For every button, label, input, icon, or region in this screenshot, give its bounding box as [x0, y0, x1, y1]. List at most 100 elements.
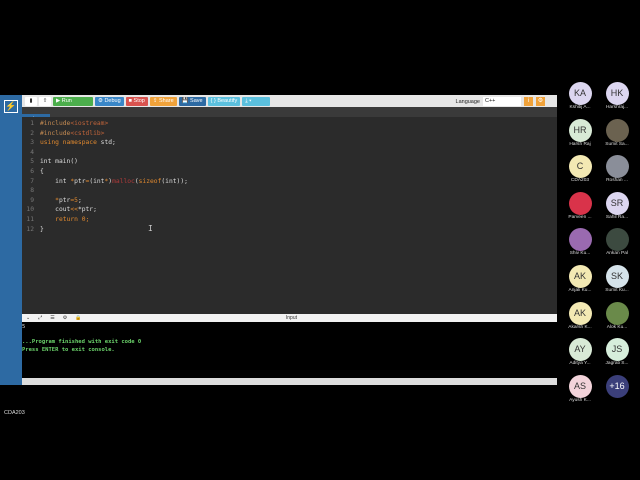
code-line: 11 return 0;: [22, 215, 557, 225]
scrollbar[interactable]: [22, 378, 557, 385]
participant-tile[interactable]: HK Harshraj...: [599, 82, 635, 110]
participant-name: Sumit Sa...: [605, 141, 629, 147]
code-token: *ptr;: [77, 206, 97, 214]
code-token: using namespace: [40, 139, 101, 147]
debug-button[interactable]: ⚙ Debug: [95, 96, 124, 106]
participant-name: Ayush K...: [569, 397, 591, 403]
avatar: KA: [568, 82, 592, 105]
avatar: SR: [605, 191, 629, 215]
code-token: ;: [77, 196, 82, 204]
save-button[interactable]: 💾 Save: [178, 96, 206, 106]
line-number: 9: [30, 196, 34, 204]
participant-tile[interactable]: Roshan ...: [599, 155, 635, 183]
code-line: 9 * ptr =5;: [22, 196, 557, 206]
new-file-icon[interactable]: ▮: [25, 96, 37, 106]
participant-name: Ankan Pal: [606, 251, 628, 257]
code-token: ptr: [74, 177, 86, 185]
participant-tile[interactable]: Parveen ...: [562, 191, 598, 220]
lightning-logo-icon[interactable]: ⚡: [4, 100, 18, 113]
participant-tile[interactable]: AS Ayush K...: [562, 374, 598, 403]
console-output[interactable]: 5 ...Program finished with exit code 0 P…: [22, 322, 557, 378]
language-label: Language: [455, 98, 480, 105]
participant-name: Sahil Ra...: [605, 214, 629, 220]
code-token: =5: [70, 196, 78, 204]
console-line: Press ENTER to exit console.: [22, 346, 115, 353]
participant-name: Harsh Raj: [569, 141, 591, 147]
code-token: malloc: [112, 177, 135, 185]
participant-name: Roshan ...: [606, 178, 628, 184]
code-token: *: [40, 196, 59, 204]
console-line: ...Program finished with exit code 0: [22, 339, 142, 345]
console-line: 5: [22, 324, 26, 330]
settings-icon[interactable]: ⚙: [536, 97, 545, 106]
code-token: cout: [40, 206, 71, 214]
participant-tile[interactable]: HR Harsh Raj: [562, 118, 598, 147]
lock-icon[interactable]: 🔒: [75, 315, 81, 321]
code-token: <cstdlib>: [70, 129, 105, 137]
participant-name: Harshraj...: [605, 105, 629, 110]
participant-tile[interactable]: JS Jagrati S...: [599, 338, 635, 366]
participant-tile[interactable]: C CDA203: [562, 155, 598, 183]
line-number: 5: [30, 158, 34, 166]
code-token: return 0;: [40, 215, 90, 223]
participant-name: Akarsh K...: [568, 324, 592, 330]
language-selector: Language C++ i ⚙: [456, 97, 545, 106]
language-select[interactable]: C++: [483, 97, 521, 106]
avatar: AK: [568, 301, 592, 325]
participant-tile[interactable]: AK Akarsh K...: [562, 301, 598, 330]
code-token: (int: [89, 177, 105, 185]
stop-button[interactable]: ■ Stop: [125, 96, 148, 106]
code-editor[interactable]: 1 #include <iostream> 2 #include <cstdlib> 3 us…: [22, 117, 557, 313]
collapse-icon[interactable]: ⌄: [26, 315, 30, 321]
code-token: ptr: [58, 196, 71, 204]
upload-icon[interactable]: ⇧: [39, 96, 51, 106]
code-token: #include: [40, 120, 71, 127]
participant-tile[interactable]: AK Anjali Ku...: [562, 265, 598, 293]
code-token: }: [40, 225, 44, 233]
code-token: <<: [70, 206, 78, 214]
info-icon[interactable]: i: [524, 97, 533, 106]
participant-tile[interactable]: SK Sumit Ku...: [599, 265, 635, 293]
console-toolbar: ⌄ ⤢ ☰ ⚙ 🔒 Input: [22, 314, 557, 322]
code-line: 1 #include <iostream>: [22, 119, 557, 129]
code-line: 4: [22, 148, 557, 158]
avatar: +16: [605, 374, 629, 398]
sidebar: ⚡: [0, 95, 22, 385]
code-line: 8: [22, 186, 557, 196]
participant-tile[interactable]: Alok Ku...: [599, 301, 635, 330]
beautify-button[interactable]: { } Beautify: [207, 96, 241, 106]
line-number: 2: [30, 129, 34, 137]
avatar: HR: [568, 118, 592, 142]
participant-tile[interactable]: Ankan Pal: [599, 228, 635, 256]
participant-tile[interactable]: AY Aditya Y...: [562, 338, 598, 366]
shared-screen: ⚡ ▮ ⇧ ▶ Run ⚙ Debug ■ Stop ⇪ Share 💾 Sav…: [0, 95, 557, 385]
format-icon[interactable]: ☰: [50, 315, 54, 321]
avatar: AY: [568, 338, 592, 362]
settings-icon[interactable]: ⚙: [63, 315, 67, 321]
participant-name: Jagrati S...: [605, 361, 629, 367]
avatar: AK: [568, 265, 592, 288]
participant-tile[interactable]: Shiv Ku...: [562, 228, 598, 256]
participant-tile[interactable]: SR Sahil Ra...: [599, 191, 635, 220]
code-token: sizeof: [138, 177, 162, 185]
line-number: 8: [30, 187, 34, 195]
participant-name: Sumit Ku...: [605, 288, 629, 293]
line-number: 11: [26, 215, 34, 223]
participant-tile[interactable]: KA Kshitij A...: [562, 82, 598, 110]
participant-name: Shiv Ku...: [569, 251, 591, 257]
input-tab[interactable]: Input: [286, 315, 297, 321]
participant-name: Anjali Ku...: [568, 288, 592, 293]
participant-tile[interactable]: Sumit Sa...: [599, 118, 635, 147]
participant-name: CDA203: [570, 178, 590, 184]
avatar: SK: [605, 265, 629, 288]
avatar: [605, 228, 629, 252]
participant-tile[interactable]: +16: [599, 374, 635, 398]
code-line: 12}: [22, 225, 557, 235]
run-button[interactable]: ▶ Run: [53, 96, 93, 106]
line-number: 10: [26, 206, 34, 214]
expand-icon[interactable]: ⤢: [38, 315, 42, 321]
download-button[interactable]: ⤓ ▾: [242, 96, 271, 106]
code-token: (int));: [161, 177, 188, 185]
share-button[interactable]: ⇪ Share: [149, 96, 177, 106]
